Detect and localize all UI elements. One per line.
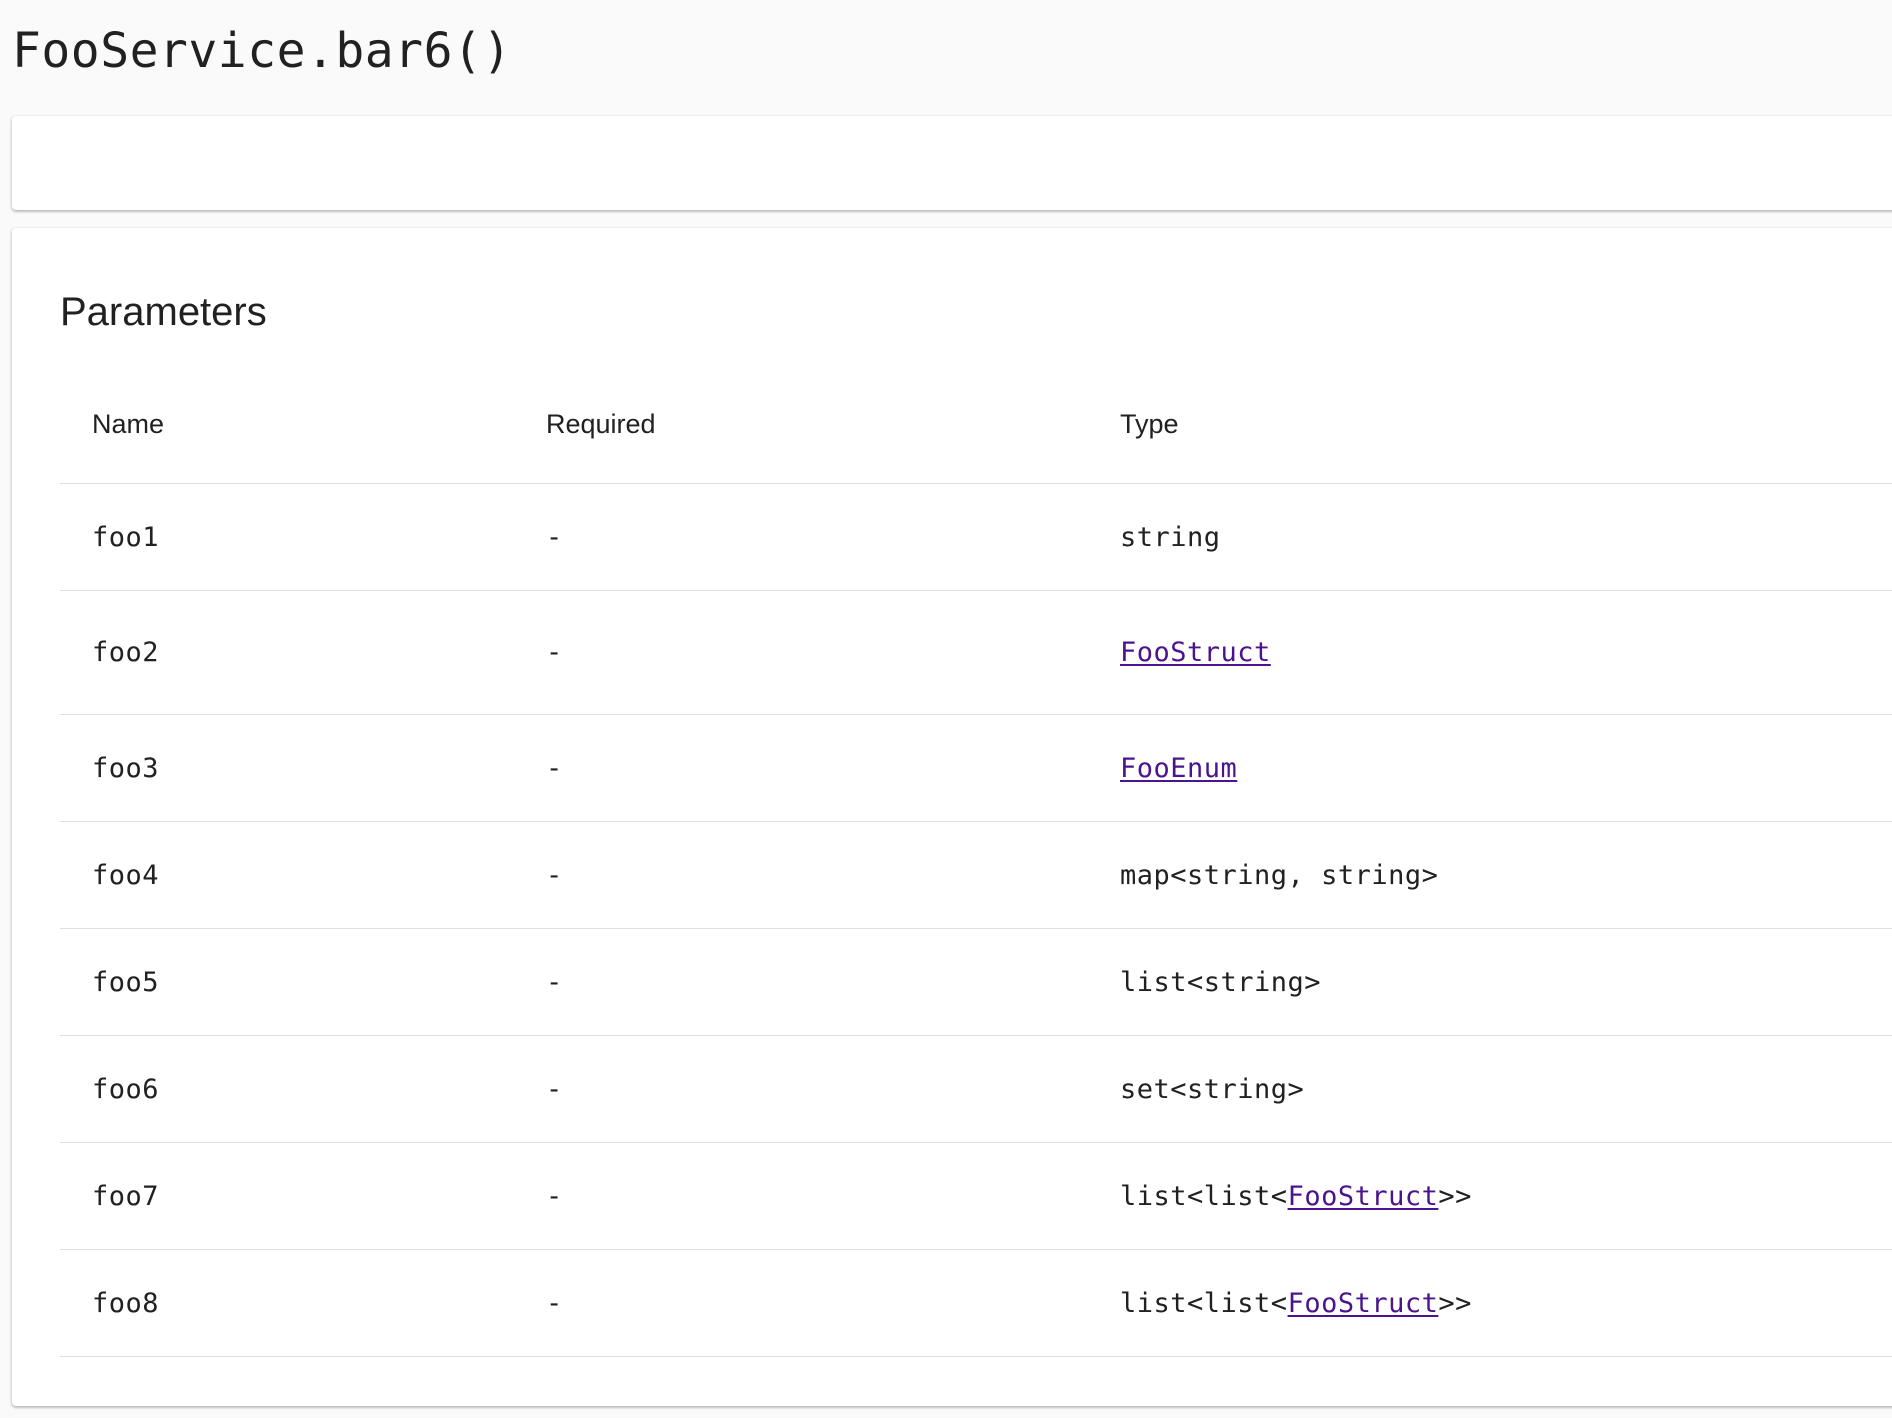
table-row: foo8 - list<list<FooStruct>> (60, 1249, 1892, 1357)
type-text-prefix: list<list< (1120, 1180, 1288, 1212)
type-text-suffix: >> (1438, 1180, 1472, 1212)
type-text-suffix: >> (1438, 1287, 1472, 1319)
param-name: foo2 (60, 590, 514, 715)
type-link-foostruct[interactable]: FooStruct (1288, 1288, 1439, 1319)
type-link-fooenum[interactable]: FooEnum (1120, 753, 1237, 784)
param-name: foo3 (60, 714, 514, 822)
parameters-title: Parameters (60, 290, 267, 334)
table-row: foo5 - list<string> (60, 928, 1892, 1036)
param-required: - (514, 1142, 1088, 1250)
param-required: - (514, 928, 1088, 1036)
page-title: FooService.bar6() (12, 23, 512, 79)
param-name: foo6 (60, 1035, 514, 1143)
table-row: foo4 - map<string, string> (60, 821, 1892, 929)
column-header-type: Type (1088, 366, 1892, 484)
param-type: FooStruct (1088, 590, 1892, 715)
table-header-row: Name Required Type (60, 366, 1892, 484)
param-required: - (514, 1249, 1088, 1357)
type-text-prefix: list<list< (1120, 1287, 1288, 1319)
table-row: foo3 - FooEnum (60, 714, 1892, 822)
param-type: string (1088, 483, 1892, 591)
table-row: foo7 - list<list<FooStruct>> (60, 1142, 1892, 1250)
type-text: list<string> (1120, 966, 1322, 998)
type-text: set<string> (1120, 1073, 1305, 1105)
param-name: foo7 (60, 1142, 514, 1250)
parameters-table: Name Required Type foo1 - string foo2 - … (60, 366, 1892, 1357)
param-type: list<list<FooStruct>> (1088, 1142, 1892, 1250)
type-link-foostruct[interactable]: FooStruct (1288, 1181, 1439, 1212)
type-link-foostruct[interactable]: FooStruct (1120, 637, 1271, 668)
param-name: foo1 (60, 483, 514, 591)
type-text: map<string, string> (1120, 859, 1439, 891)
table-row: foo6 - set<string> (60, 1035, 1892, 1143)
param-required: - (514, 821, 1088, 929)
column-header-name: Name (60, 366, 514, 484)
param-type: list<list<FooStruct>> (1088, 1249, 1892, 1357)
param-required: - (514, 714, 1088, 822)
description-card (12, 116, 1892, 210)
param-required: - (514, 483, 1088, 591)
param-type: FooEnum (1088, 714, 1892, 822)
param-type: list<string> (1088, 928, 1892, 1036)
param-required: - (514, 590, 1088, 715)
column-header-required: Required (514, 366, 1088, 484)
param-required: - (514, 1035, 1088, 1143)
type-text: string (1120, 521, 1221, 553)
param-type: set<string> (1088, 1035, 1892, 1143)
param-name: foo8 (60, 1249, 514, 1357)
table-row: foo2 - FooStruct (60, 590, 1892, 715)
parameters-card: Parameters Name Required Type foo1 - str… (12, 228, 1892, 1406)
param-name: foo4 (60, 821, 514, 929)
param-type: map<string, string> (1088, 821, 1892, 929)
param-name: foo5 (60, 928, 514, 1036)
table-row: foo1 - string (60, 483, 1892, 591)
